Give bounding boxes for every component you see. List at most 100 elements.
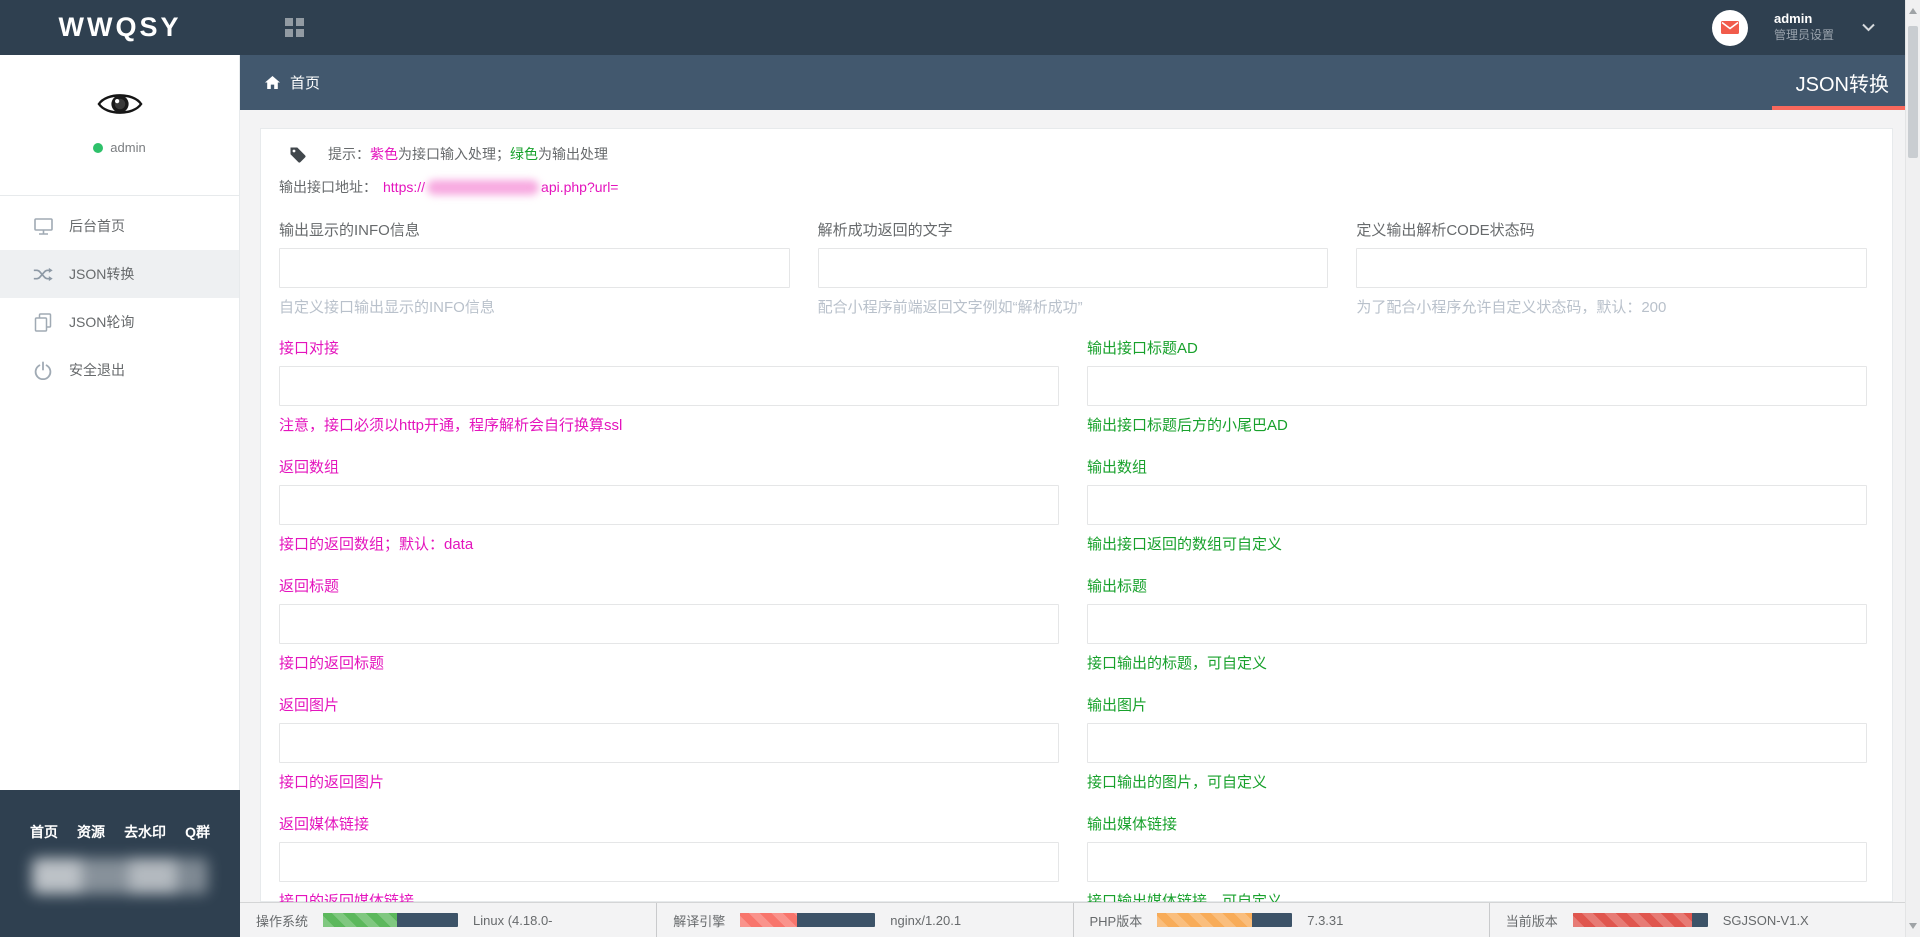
- return-array-input[interactable]: [279, 485, 1059, 525]
- desktop-icon: [32, 217, 54, 235]
- scrollbar-up-arrow[interactable]: [1909, 8, 1917, 14]
- code-status-input[interactable]: [1356, 248, 1867, 288]
- field-help: 输出接口标题后方的小尾巴AD: [1087, 417, 1288, 434]
- output-title-ad-input[interactable]: [1087, 366, 1867, 406]
- field-label: 输出标题: [1087, 578, 1148, 595]
- field-label: 返回数组: [279, 459, 340, 476]
- field-label: 返回标题: [279, 578, 340, 595]
- sidebar-item-logout[interactable]: 安全退出: [0, 346, 239, 394]
- sidebar-toggle-grid-icon[interactable]: [285, 18, 304, 37]
- field-label: 输出数组: [1087, 459, 1148, 476]
- breadcrumb-home: 首页: [290, 75, 321, 92]
- redacted-url-segment: [427, 179, 540, 195]
- form-group-output-title-ad: 输出接口标题AD 输出接口标题后方的小尾巴AD: [1087, 337, 1867, 435]
- copy-icon: [32, 312, 54, 332]
- form-group-output-array: 输出数组 输出接口返回的数组可自定义: [1087, 456, 1867, 554]
- output-image-input[interactable]: [1087, 723, 1867, 763]
- topbar-right: admin 管理员设置: [1711, 9, 1875, 46]
- main-area: admin 管理员设置 首页 JSON转换 提示：紫色为接口输入处理；绿色为输出…: [240, 0, 1906, 937]
- tab-json-convert[interactable]: JSON转换: [1771, 55, 1906, 110]
- form-panel: 提示：紫色为接口输入处理；绿色为输出处理 输出接口地址： https:// ap…: [260, 128, 1893, 902]
- success-text-input[interactable]: [817, 248, 1329, 288]
- field-label: 输出媒体链接: [1087, 816, 1178, 833]
- field-label: 输出接口标题AD: [1087, 340, 1198, 357]
- footer-link-qq-group[interactable]: Q群: [185, 822, 210, 842]
- return-title-input[interactable]: [279, 604, 1059, 644]
- scrollbar-thumb[interactable]: [1908, 26, 1918, 158]
- shuffle-icon: [32, 266, 54, 283]
- form-group-output-media: 输出媒体链接 接口输出媒体链接，可自定义: [1087, 813, 1867, 902]
- field-help: 配合小程序前端返回文字例如“解析成功”: [817, 299, 1083, 316]
- status-cell-php: PHP版本 7.3.31: [1072, 903, 1489, 937]
- online-status-dot: [93, 142, 104, 153]
- form-group-return-title: 返回标题 接口的返回标题: [279, 575, 1059, 673]
- status-value: Linux (4.18.0-: [473, 912, 553, 928]
- form-row: 返回图片 接口的返回图片 输出图片 接口输出的图片，可自定义: [279, 694, 1867, 792]
- avatar: [0, 89, 239, 124]
- api-url-link[interactable]: https:// api.php?url=: [383, 179, 618, 195]
- messages-button[interactable]: [1711, 9, 1748, 46]
- user-text: admin 管理员设置: [1774, 11, 1834, 43]
- status-cell-engine: 解译引擎 nginx/1.20.1: [656, 903, 1072, 937]
- form-group-return-image: 返回图片 接口的返回图片: [279, 694, 1059, 792]
- form-group-return-media: 返回媒体链接 接口的返回媒体链接: [279, 813, 1059, 902]
- php-progress-bar: [1157, 913, 1293, 927]
- status-value: 7.3.31: [1307, 912, 1344, 928]
- user-menu[interactable]: admin 管理员设置: [1774, 11, 1875, 43]
- footer-link-resources[interactable]: 资源: [77, 822, 105, 842]
- form-group-output-image: 输出图片 接口输出的图片，可自定义: [1087, 694, 1867, 792]
- user-role: 管理员设置: [1773, 28, 1834, 43]
- form-group-output-title: 输出标题 接口输出的标题，可自定义: [1087, 575, 1867, 673]
- output-array-input[interactable]: [1087, 485, 1867, 525]
- sidebar-item-json-poll[interactable]: JSON轮询: [0, 298, 239, 346]
- version-progress-bar: [1572, 913, 1708, 927]
- status-label: 操作系统: [256, 913, 309, 929]
- eye-logo-icon: [96, 94, 143, 123]
- status-value: SGJSON-V1.X: [1722, 912, 1809, 928]
- sidebar-menu: 后台首页 JSON转换 JSON轮询 安全退出: [0, 195, 239, 394]
- os-progress-bar: [323, 913, 459, 927]
- footer-link-watermark[interactable]: 去水印: [124, 822, 166, 842]
- form-row: 返回数组 接口的返回数组；默认：data 输出数组 输出接口返回的数组可自定义: [279, 456, 1867, 554]
- field-help: 注意，接口必须以http开通，程序解析会自行换算ssl: [279, 417, 623, 434]
- form-row: 返回媒体链接 接口的返回媒体链接 输出媒体链接 接口输出媒体链接，可自定义: [279, 813, 1867, 902]
- form-group-success-text: 解析成功返回的文字 配合小程序前端返回文字例如“解析成功”: [817, 219, 1329, 317]
- status-label: 当前版本: [1505, 913, 1558, 929]
- envelope-icon: [1720, 21, 1739, 34]
- return-image-input[interactable]: [279, 723, 1059, 763]
- sidebar-username: admin: [110, 140, 146, 155]
- api-connect-input[interactable]: [279, 366, 1059, 406]
- app-window: WWQSY admin 后台首页 JSON转换 JSON轮询 安全退出 首页 资…: [0, 0, 1920, 937]
- sidebar-item-dashboard[interactable]: 后台首页: [0, 202, 239, 250]
- footer-link-home[interactable]: 首页: [30, 822, 58, 842]
- breadcrumb[interactable]: 首页: [265, 72, 320, 93]
- field-help: 接口的返回图片: [279, 774, 385, 791]
- field-label: 输出显示的INFO信息: [279, 222, 420, 239]
- sidebar-item-label: 后台首页: [69, 218, 125, 234]
- sidebar-footer: 首页 资源 去水印 Q群: [0, 790, 240, 937]
- form-group-return-array: 返回数组 接口的返回数组；默认：data: [279, 456, 1059, 554]
- page-scrollbar[interactable]: [1905, 0, 1920, 937]
- status-cell-os: 操作系统 Linux (4.18.0-: [240, 903, 656, 937]
- field-help: 接口的返回媒体链接: [279, 893, 415, 902]
- scrollbar-down-arrow[interactable]: [1909, 923, 1917, 929]
- status-bar: 操作系统 Linux (4.18.0- 解译引擎 nginx/1.20.1 PH…: [240, 902, 1905, 937]
- info-message-input[interactable]: [279, 248, 790, 288]
- output-media-input[interactable]: [1087, 842, 1867, 882]
- topbar: admin 管理员设置: [240, 0, 1905, 55]
- status-label: PHP版本: [1089, 913, 1143, 929]
- form-row: 接口对接 注意，接口必须以http开通，程序解析会自行换算ssl 输出接口标题A…: [279, 337, 1867, 435]
- return-media-input[interactable]: [279, 842, 1059, 882]
- sidebar-item-json-convert[interactable]: JSON转换: [0, 250, 239, 298]
- field-label: 返回图片: [279, 697, 340, 714]
- tip-line: 提示：紫色为接口输入处理；绿色为输出处理: [279, 144, 1867, 164]
- field-help: 接口的返回数组；默认：data: [279, 536, 474, 553]
- output-title-input[interactable]: [1087, 604, 1867, 644]
- field-help: 接口输出的图片，可自定义: [1087, 774, 1268, 791]
- form-group-code-status: 定义输出解析CODE状态码 为了配合小程序允许自定义状态码，默认：200: [1356, 219, 1867, 317]
- field-help: 接口的返回标题: [279, 655, 385, 672]
- power-icon: [32, 361, 54, 380]
- field-label: 接口对接: [279, 340, 340, 357]
- sidebar-item-label: JSON转换: [69, 266, 135, 282]
- form-group-api-url: 接口对接 注意，接口必须以http开通，程序解析会自行换算ssl: [279, 337, 1059, 435]
